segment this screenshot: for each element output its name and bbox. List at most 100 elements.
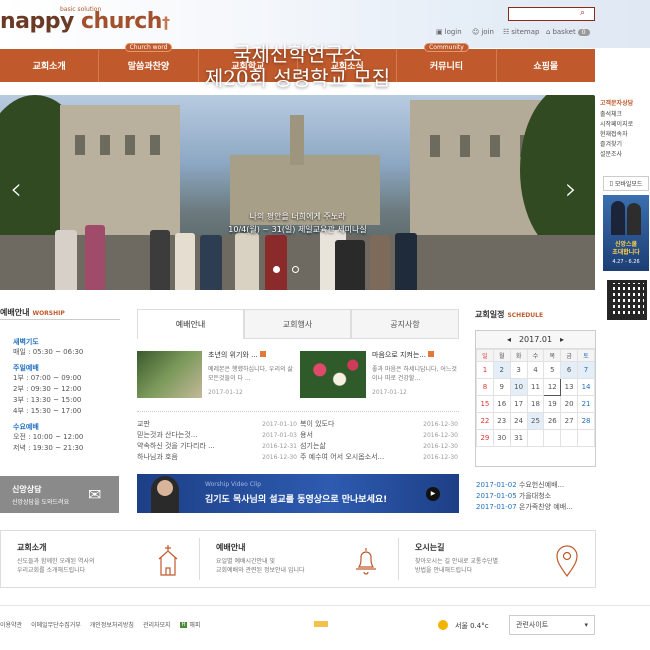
calendar-day-empty [526, 429, 545, 447]
calendar-day[interactable]: 20 [560, 395, 579, 413]
banner-date: 4.27 - 6.26 [612, 259, 640, 265]
school-banner[interactable]: 신앙스쿨 초대합니다 4.27 - 6.26 [603, 195, 649, 271]
list-item[interactable]: 하나님과 호음 2016-12-30 [137, 452, 297, 463]
schedule-event[interactable]: 2017-01-05 가을대청소 [476, 491, 596, 502]
sidebar-link[interactable]: 설문조사 [600, 150, 650, 160]
new-icon [427, 351, 434, 357]
slider-dot-active[interactable] [273, 266, 280, 273]
calendar-day[interactable]: 30 [492, 429, 511, 447]
calendar-day[interactable]: 11 [526, 378, 545, 396]
calendar-header: ◂ 2017.01 ▸ [476, 331, 595, 349]
calendar-day[interactable]: 4 [526, 361, 545, 379]
list-item[interactable]: 복이 있도다 2016-12-30 [300, 419, 458, 430]
calendar-day[interactable]: 2 [492, 361, 511, 379]
footer-link[interactable]: 이메일무단수집거부 [31, 620, 81, 629]
featured-date: 2017-01-12 [372, 389, 407, 396]
sun-icon [438, 620, 448, 630]
calendar-day[interactable]: 16 [492, 395, 511, 413]
calendar-day[interactable]: 19 [543, 395, 562, 413]
calendar-day[interactable]: 3 [509, 361, 528, 379]
tab-worship[interactable]: 예배안내 [137, 309, 244, 339]
footer-link[interactable]: H 해피 [179, 620, 200, 629]
join-link[interactable]: ☺ join [472, 28, 494, 36]
featured-title[interactable]: 마음으로 지켜는... [372, 350, 462, 360]
window [460, 135, 470, 157]
calendar-day[interactable]: 5 [543, 361, 562, 379]
calendar-day[interactable]: 13 [560, 378, 579, 396]
featured-title[interactable]: 초년의 위기와 ... [208, 350, 298, 360]
sidebar-link[interactable]: 시작페이지로 [600, 120, 650, 130]
calendar-day[interactable]: 24 [509, 412, 528, 430]
calendar-day[interactable]: 21 [577, 395, 595, 413]
list-item[interactable]: 약속하신 것을 기다리라 ... 2016-12-31 [137, 441, 297, 452]
sms-counsel-title[interactable]: 고객문자상담 [600, 98, 650, 107]
list-item[interactable]: 주 예수여 어서 오시옵소서... 2016-12-30 [300, 452, 458, 463]
mobile-mode-button[interactable]: ▯ 모바일모드 [603, 176, 649, 191]
banner-person [627, 203, 641, 235]
schedule-event[interactable]: 2017-01-07 온가족찬양 예배... [476, 502, 596, 513]
hero-person [265, 235, 287, 290]
calendar-day[interactable]: 28 [577, 412, 595, 430]
hero-subtitle-1: 나의 평안을 너희에게 주노라 [249, 212, 346, 221]
prev-arrow-icon[interactable]: ‹ [10, 175, 22, 205]
schedule-event[interactable]: 2017-01-02 수요헌신예배... [476, 480, 596, 491]
footer-link[interactable]: 개인정보처리방침 [90, 620, 134, 629]
counsel-desc: 신앙상담을 도와드려요 [12, 499, 70, 506]
qr-code-icon[interactable] [607, 280, 647, 320]
calendar-day[interactable]: 6 [560, 361, 579, 379]
video-banner[interactable]: Worship Video Clip 김기도 목사님의 설교를 동영상으로 만나… [137, 474, 459, 513]
calendar-day[interactable]: 25 [526, 412, 545, 430]
footer-link[interactable]: 이용약관 [0, 620, 22, 629]
calendar-day[interactable]: 14 [577, 378, 595, 396]
login-link[interactable]: ▣ login [436, 28, 462, 36]
calendar-day[interactable]: 10 [509, 378, 528, 396]
logo[interactable]: nappy church† [0, 9, 170, 34]
sidebar-link[interactable]: 현재접속자 [600, 130, 650, 140]
calendar-day[interactable]: 27 [560, 412, 579, 430]
calendar-day[interactable]: 18 [526, 395, 545, 413]
calendar-day[interactable]: 7 [577, 361, 595, 379]
next-arrow-icon[interactable]: › [565, 175, 577, 205]
calendar-day-today[interactable]: 12 [543, 378, 562, 396]
tab-notice[interactable]: 공지사항 [351, 309, 459, 339]
calendar-day[interactable]: 23 [492, 412, 511, 430]
calendar-day[interactable]: 1 [476, 361, 494, 379]
logo-text-a: nappy [0, 9, 74, 34]
day-header: 금 [560, 349, 579, 362]
list-item[interactable]: 믿는것과 산다는것... 2017-01-03 [137, 430, 297, 441]
featured-thumb[interactable] [137, 351, 202, 398]
calendar: ◂ 2017.01 ▸ 일월화수목금토 1234567 8 9 10 11 12 13 14… [475, 330, 596, 467]
footer-link[interactable]: 관리자모지 [143, 620, 171, 629]
next-month-icon[interactable]: ▸ [560, 335, 564, 344]
calendar-day[interactable]: 22 [476, 412, 494, 430]
calendar-day[interactable]: 31 [509, 429, 528, 447]
calendar-day[interactable]: 17 [509, 395, 528, 413]
calendar-day[interactable]: 15 [476, 395, 494, 413]
search-icon[interactable]: ⌕ [580, 8, 585, 18]
featured-thumb[interactable] [300, 351, 366, 398]
sidebar-link[interactable]: 출석체크 [600, 110, 650, 120]
list-item[interactable]: 섬기는삶 2016-12-30 [300, 441, 458, 452]
new-icon [259, 351, 266, 357]
slider-dot[interactable] [292, 266, 299, 273]
calendar-day[interactable]: 9 [492, 378, 511, 396]
calendar-day[interactable]: 26 [543, 412, 562, 430]
list-item[interactable]: 용서 2016-12-30 [300, 430, 458, 441]
banner-person [611, 201, 625, 235]
window [75, 135, 85, 155]
sidebar-link[interactable]: 즐겨찾기 [600, 140, 650, 150]
list-item[interactable]: 교판 2017-01-10 [137, 419, 297, 430]
counsel-banner[interactable]: 신앙상담 신앙상담을 도와드려요 ✉ [0, 476, 119, 513]
basket-link[interactable]: ⌂ basket 0 [546, 28, 590, 36]
sitemap-link[interactable]: ☷ sitemap [503, 28, 539, 36]
related-sites-select[interactable]: 관련사이트 ▾ [509, 615, 595, 635]
weather-text: 서울 0.4°c [455, 622, 489, 630]
calendar-day[interactable]: 8 [476, 378, 494, 396]
worship-schedule: 새벽기도 매일 : 05:30 ~ 06:30 주일예배 1부 : 07:00 … [13, 334, 128, 454]
prev-month-icon[interactable]: ◂ [507, 335, 511, 344]
mail-icon: ✉ [88, 485, 102, 504]
happy-icon: H [179, 621, 188, 628]
calendar-day[interactable]: 29 [476, 429, 494, 447]
tab-events[interactable]: 교회행사 [244, 309, 351, 339]
play-icon[interactable]: ▶ [426, 487, 440, 501]
